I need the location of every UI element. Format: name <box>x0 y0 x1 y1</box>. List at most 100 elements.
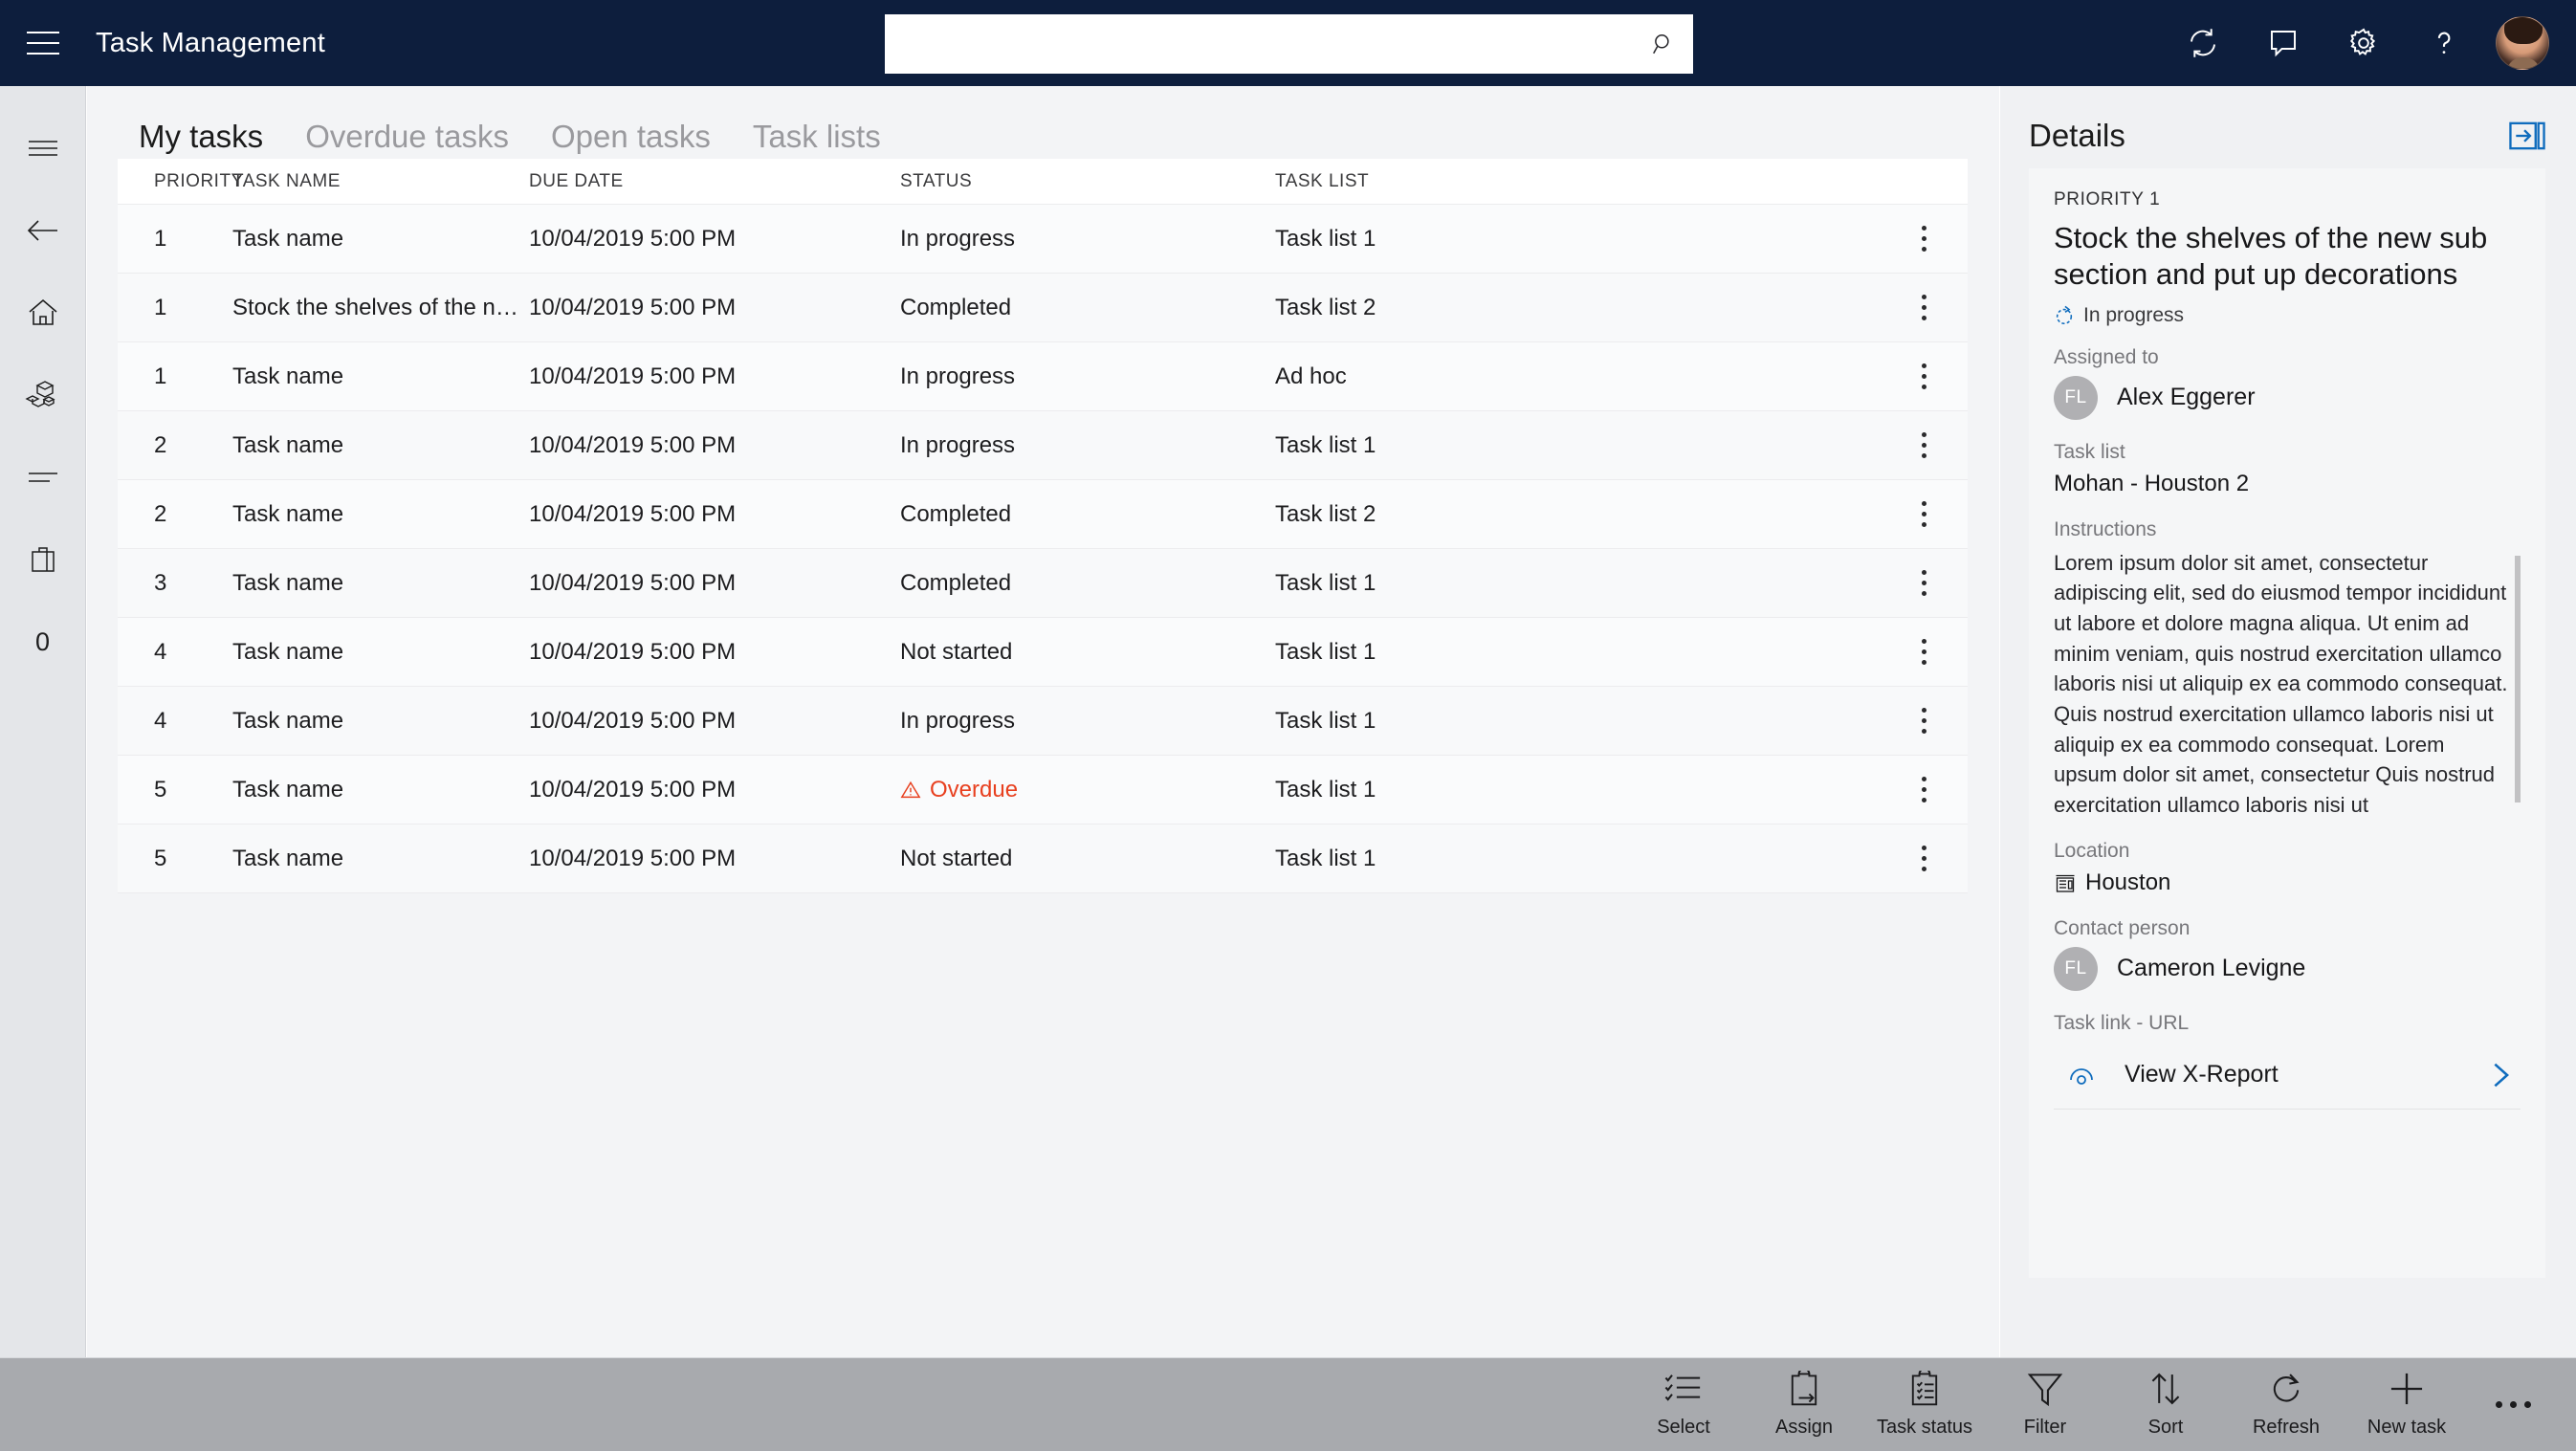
app-title: Task Management <box>96 27 325 58</box>
details-assignee[interactable]: FL Alex Eggerer <box>2054 375 2521 420</box>
details-contact-label: Contact person <box>2054 916 2191 939</box>
command-label: Sort <box>2147 1417 2184 1438</box>
cell-due-date: 10/04/2019 5:00 PM <box>529 500 737 527</box>
cell-due-date: 10/04/2019 5:00 PM <box>529 569 737 596</box>
table-row[interactable]: 2 Task name 10/04/2019 5:00 PM Completed Tas… <box>118 480 1968 549</box>
task-management-app: Task Management 0 My tasks Overdue tasks… <box>0 0 2576 1451</box>
cell-due-date: 10/04/2019 5:00 PM <box>529 707 737 734</box>
command-task-status[interactable]: Task status <box>1864 1358 1985 1451</box>
column-header-status[interactable]: STATUS <box>900 171 1275 192</box>
sidebar-item-bag[interactable] <box>0 518 86 601</box>
details-status-text: In progress <box>2083 303 2185 326</box>
avatar: FL <box>2054 946 2098 991</box>
status-text: In progress <box>900 363 1016 389</box>
refresh-icon[interactable] <box>2163 0 2243 86</box>
status-text: Overdue <box>930 776 1019 802</box>
row-menu-icon[interactable] <box>1904 287 1943 329</box>
status-text: Completed <box>900 294 1012 320</box>
instructions-scrollbar[interactable] <box>2515 555 2521 802</box>
cell-status: Not started <box>900 846 1275 872</box>
hamburger-menu-icon[interactable] <box>0 0 86 86</box>
column-header-task-name[interactable]: TASK NAME <box>232 171 529 192</box>
assign-clipboard-icon <box>1785 1368 1823 1412</box>
sidebar-item-lines[interactable] <box>0 436 86 518</box>
gear-icon[interactable] <box>2323 0 2404 86</box>
filter-funnel-icon <box>2026 1371 2064 1412</box>
warning-icon <box>900 780 921 798</box>
cell-task-list: Task list 1 <box>1275 707 1376 734</box>
command-select[interactable]: Select <box>1623 1358 1744 1451</box>
cell-priority: 3 <box>154 569 167 596</box>
ellipsis-icon[interactable] <box>2467 1358 2559 1451</box>
tab-bar: My tasks Overdue tasks Open tasks Task list… <box>87 86 1999 159</box>
cell-task-list: Ad hoc <box>1275 363 1347 389</box>
command-filter[interactable]: Filter <box>1985 1358 2105 1451</box>
cell-status: Overdue <box>900 777 1275 803</box>
sidebar-item-products[interactable] <box>0 354 86 436</box>
cell-status: In progress <box>900 363 1275 390</box>
cell-due-date: 10/04/2019 5:00 PM <box>529 431 737 458</box>
table-row[interactable]: 3 Task name 10/04/2019 5:00 PM Completed Tas… <box>118 549 1968 618</box>
command-assign[interactable]: Assign <box>1744 1358 1864 1451</box>
user-avatar[interactable] <box>2496 16 2549 70</box>
sidebar-item-back[interactable] <box>0 189 86 272</box>
table-row[interactable]: 1 Task name 10/04/2019 5:00 PM In progress T… <box>118 205 1968 274</box>
table-row[interactable]: 5 Task name 10/04/2019 5:00 PM Overdue Task … <box>118 756 1968 824</box>
column-header-task-list[interactable]: TASK LIST <box>1275 171 1811 192</box>
command-label: Assign <box>1774 1417 1834 1438</box>
cell-task-name: Task name <box>232 776 344 802</box>
command-label: Refresh <box>2252 1417 2321 1438</box>
help-icon[interactable] <box>2404 0 2484 86</box>
table-row[interactable]: 2 Task name 10/04/2019 5:00 PM In progress T… <box>118 411 1968 480</box>
cell-actions <box>1811 356 1968 398</box>
table-header-row: PRIORITY TASK NAME DUE DATE STATUS TASK … <box>118 159 1968 205</box>
details-title: Details <box>2029 118 2125 153</box>
tab-task-lists[interactable]: Task lists <box>732 119 902 159</box>
chevron-right-icon[interactable] <box>2484 1059 2517 1091</box>
tab-open-tasks[interactable]: Open tasks <box>530 119 732 159</box>
cell-actions <box>1811 631 1968 673</box>
table-row[interactable]: 1 Stock the shelves of the new sub sectio… <box>118 274 1968 342</box>
table-row[interactable]: 4 Task name 10/04/2019 5:00 PM In progress T… <box>118 687 1968 756</box>
row-menu-icon[interactable] <box>1904 700 1943 742</box>
details-task-link-row[interactable]: View X-Report <box>2054 1042 2521 1110</box>
details-panel: Details PRIORITY 1 Stock the shelves of … <box>2000 86 2576 1358</box>
row-menu-icon[interactable] <box>1904 494 1943 536</box>
row-menu-icon[interactable] <box>1904 631 1943 673</box>
column-header-due-date[interactable]: DUE DATE <box>529 171 900 192</box>
expand-panel-icon[interactable] <box>2509 121 2545 150</box>
cell-due-date: 10/04/2019 5:00 PM <box>529 363 737 389</box>
sidebar-item-home[interactable] <box>0 272 86 354</box>
details-location: Houston <box>2054 869 2521 896</box>
feedback-icon[interactable] <box>2243 0 2323 86</box>
cell-priority: 1 <box>154 225 167 252</box>
main-content: My tasks Overdue tasks Open tasks Task list… <box>87 86 1999 1358</box>
row-menu-icon[interactable] <box>1904 425 1943 467</box>
command-sort[interactable]: Sort <box>2105 1358 2226 1451</box>
status-text: Completed <box>900 569 1012 596</box>
table-row[interactable]: 1 Task name 10/04/2019 5:00 PM In progress A… <box>118 342 1968 411</box>
details-contact[interactable]: FL Cameron Levigne <box>2054 946 2521 991</box>
sidebar-item-menu[interactable] <box>0 107 86 189</box>
cell-due-date: 10/04/2019 5:00 PM <box>529 225 737 252</box>
command-new-task[interactable]: New task <box>2346 1358 2467 1451</box>
row-menu-icon[interactable] <box>1904 562 1943 605</box>
command-refresh[interactable]: Refresh <box>2226 1358 2346 1451</box>
cell-task-list: Task list 1 <box>1275 569 1376 596</box>
tab-overdue-tasks[interactable]: Overdue tasks <box>284 119 530 159</box>
tab-my-tasks[interactable]: My tasks <box>139 119 284 159</box>
table-body: 1 Task name 10/04/2019 5:00 PM In progress T… <box>118 205 1968 893</box>
row-menu-icon[interactable] <box>1904 218 1943 260</box>
details-task-name: Stock the shelves of the new sub section… <box>2054 221 2488 291</box>
search-input[interactable] <box>885 14 1693 74</box>
column-header-priority[interactable]: PRIORITY <box>118 171 243 192</box>
row-menu-icon[interactable] <box>1904 838 1943 880</box>
details-contact-name: Cameron Levigne <box>2117 955 2306 982</box>
table-row[interactable]: 5 Task name 10/04/2019 5:00 PM Not started T… <box>118 824 1968 893</box>
row-menu-icon[interactable] <box>1904 769 1943 811</box>
row-menu-icon[interactable] <box>1904 356 1943 398</box>
status-text: Not started <box>900 845 1013 871</box>
sidebar-item-count[interactable]: 0 <box>0 601 86 683</box>
table-row[interactable]: 4 Task name 10/04/2019 5:00 PM Not started T… <box>118 618 1968 687</box>
cell-actions <box>1811 838 1968 880</box>
